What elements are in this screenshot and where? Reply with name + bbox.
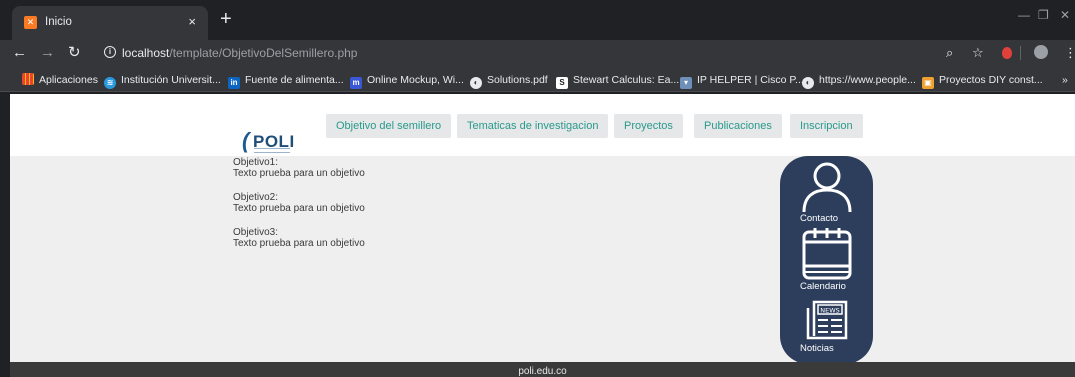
objectives-content: Objetivo1: Texto prueba para un objetivo…: [233, 157, 365, 262]
objective-text: Texto prueba para un objetivo: [233, 238, 365, 249]
bookmark-item[interactable]: ◐ https://www.people...: [802, 72, 916, 89]
nav-inscripcion[interactable]: Inscripcion: [790, 114, 863, 138]
minimize-icon[interactable]: —: [1018, 8, 1030, 22]
nav-publicaciones[interactable]: Publicaciones: [694, 114, 782, 138]
bookmark-item[interactable]: ◐ Solutions.pdf: [470, 72, 548, 89]
noticias-link[interactable]: NEWS Noticias: [800, 298, 854, 354]
site-header: ( POLI Objetivo del semillero Tematicas …: [10, 94, 1075, 156]
site-footer: poli.edu.co: [10, 362, 1075, 377]
new-tab-button[interactable]: +: [220, 9, 232, 29]
contacto-link[interactable]: Contacto: [800, 160, 854, 224]
viewport: ( POLI Objetivo del semillero Tematicas …: [0, 94, 1075, 377]
objective-text: Texto prueba para un objetivo: [233, 203, 365, 214]
tab-title: Inicio: [45, 16, 72, 28]
bookmark-item[interactable]: S Stewart Calculus: Ea...: [556, 72, 679, 89]
zoom-search-icon[interactable]: ⌕: [946, 45, 953, 61]
mockup-icon: m: [350, 77, 362, 89]
extension-icon[interactable]: [1002, 47, 1012, 59]
browser-chrome: ✕ Inicio × + — ❐ ✕ ← → ↻ localhost/templ…: [0, 0, 1075, 94]
scribd-icon: S: [556, 77, 568, 89]
nav-proyectos[interactable]: Proyectos: [614, 114, 683, 138]
toolbar-divider: [1020, 46, 1021, 60]
bookmark-item[interactable]: ▾ IP HELPER | Cisco P...: [680, 72, 804, 89]
objective-text: Texto prueba para un objetivo: [233, 168, 365, 179]
objective-item: Objetivo3: Texto prueba para un objetivo: [233, 227, 365, 249]
apps-grid-icon: [22, 73, 34, 85]
menu-kebab-icon[interactable]: ⋮: [1064, 45, 1075, 61]
xampp-favicon-icon: ✕: [24, 16, 37, 29]
back-icon[interactable]: ←: [12, 44, 27, 62]
forward-icon[interactable]: →: [40, 44, 55, 62]
poli-logo[interactable]: ( POLI: [242, 130, 302, 156]
objective-title: Objetivo3:: [233, 227, 279, 238]
side-shortcuts-panel: Contacto Calendario NEWS Noticias: [780, 156, 873, 364]
bookmark-item[interactable]: m Online Mockup, Wi...: [350, 72, 464, 89]
bookmarks-bar: Aplicaciones ≋ Institución Universit... i…: [0, 68, 1075, 92]
linkedin-icon: in: [228, 77, 240, 89]
globe-icon: ◐: [470, 77, 482, 89]
diy-icon: ▣: [922, 77, 934, 89]
footer-text[interactable]: poli.edu.co: [518, 366, 566, 377]
page: ( POLI Objetivo del semillero Tematicas …: [10, 94, 1075, 377]
maximize-icon[interactable]: ❐: [1038, 8, 1049, 22]
bookmark-item[interactable]: Aplicaciones: [22, 72, 98, 88]
window-close-icon[interactable]: ✕: [1060, 8, 1070, 22]
tab-inicio[interactable]: ✕ Inicio ×: [12, 6, 208, 40]
bookmark-item[interactable]: ≋ Institución Universit...: [104, 72, 221, 89]
user-icon: [802, 162, 852, 212]
objective-item: Objetivo1: Texto prueba para un objetivo: [233, 157, 365, 179]
logo-mark-icon: (: [242, 128, 250, 153]
bookmark-item[interactable]: in Fuente de alimenta...: [228, 72, 344, 89]
nav-objetivo-del-semillero[interactable]: Objetivo del semillero: [326, 114, 452, 138]
objective-item: Objetivo2: Texto prueba para un objetivo: [233, 192, 365, 214]
browser-toolbar: ← → ↻ localhost/template/ObjetivoDelSemi…: [0, 40, 1075, 68]
nav-tematicas-de-investigacion[interactable]: Tematicas de investigacion: [457, 114, 609, 138]
bookmark-item[interactable]: ▣ Proyectos DIY const...: [922, 72, 1043, 89]
bookmarks-overflow-icon[interactable]: »: [1062, 72, 1068, 88]
news-badge-text: NEWS: [820, 307, 840, 315]
logo-subtitle-lines: [254, 148, 290, 153]
contacto-label: Contacto: [800, 213, 839, 224]
url-path: /template/ObjetivoDelSemillero.php: [169, 46, 358, 60]
site-info-icon[interactable]: i: [104, 46, 116, 58]
bookmark-star-icon[interactable]: ☆: [972, 45, 984, 61]
url-host: localhost: [122, 46, 170, 60]
university-icon: ≋: [104, 77, 116, 89]
calendario-link[interactable]: Calendario: [800, 226, 854, 292]
tab-strip: ✕ Inicio × + — ❐ ✕: [0, 0, 1075, 40]
objective-title: Objetivo2:: [233, 192, 279, 203]
address-bar[interactable]: localhost/template/ObjetivoDelSemillero.…: [122, 46, 357, 62]
globe-icon: ◐: [802, 77, 814, 89]
noticias-label: Noticias: [800, 343, 834, 354]
calendar-icon: [802, 228, 852, 280]
objective-title: Objetivo1:: [233, 157, 279, 168]
reload-icon[interactable]: ↻: [68, 44, 81, 62]
profile-avatar[interactable]: [1034, 45, 1048, 59]
iphelper-icon: ▾: [680, 77, 692, 89]
calendario-label: Calendario: [800, 281, 846, 292]
newspaper-icon: NEWS: [806, 300, 848, 340]
tab-close-icon[interactable]: ×: [188, 14, 196, 29]
